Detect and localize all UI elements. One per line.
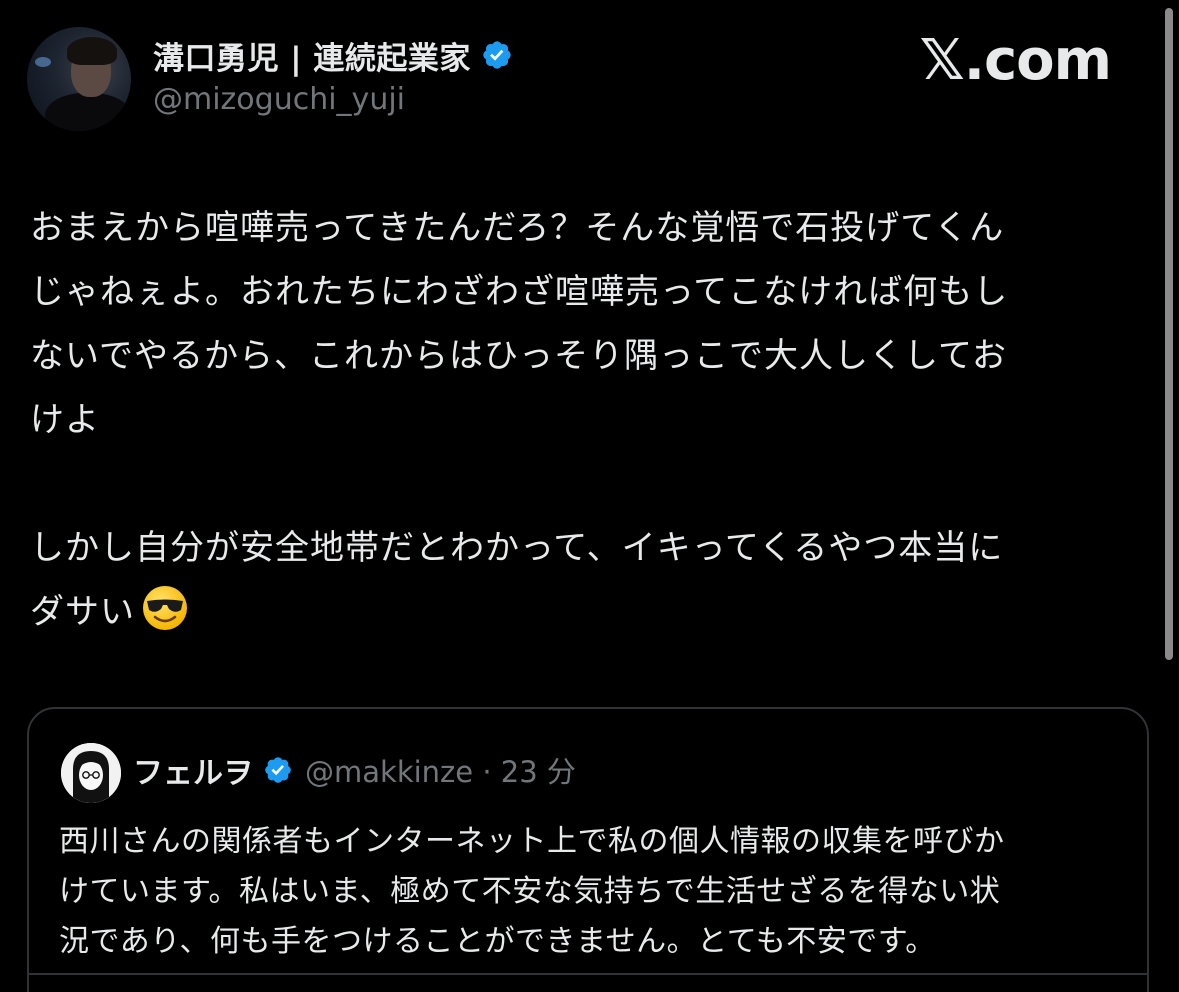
- quote-display-name[interactable]: フェルヲ: [133, 748, 253, 792]
- tweet-line-last: ダサい: [30, 580, 1140, 644]
- author-handle[interactable]: @mizoguchi_yuji: [153, 82, 405, 117]
- tweet-text: おまえから喧嘩売ってきたんだろ？そんな覚悟で石投げてくん じゃねぇよ。おれたちに…: [30, 196, 1140, 644]
- scrollbar[interactable]: [1165, 8, 1173, 660]
- tweet-line: ないでやるから、これからはひっそり隅っこで大人しくしてお: [30, 336, 1007, 376]
- avatar-body: [45, 93, 131, 131]
- quote-line: 況であり、何も手をつけることができません。とても不安です。: [59, 924, 936, 959]
- quote-divider: [29, 973, 1147, 975]
- tweet-line: じゃねぇよ。おれたちにわざわざ喧嘩売ってこなければ何もし: [30, 272, 1009, 312]
- quoted-tweet-card[interactable]: フェルヲ @makkinze · 23 分 西川さんの関係者もインターネット上で…: [27, 707, 1149, 992]
- tweet-line: おまえから喧嘩売ってきたんだろ？そんな覚悟で石投げてくん: [30, 208, 1005, 248]
- quote-handle-timestamp[interactable]: @makkinze · 23 分: [305, 749, 576, 791]
- verified-badge-icon: [483, 41, 511, 69]
- quote-line: けています。私はいま、極めて不安な気持ちで生活せざるを得ない状: [59, 874, 1001, 909]
- x-com-watermark: 𝕏.com: [919, 28, 1112, 93]
- quote-header: フェルヲ @makkinze · 23 分: [133, 749, 576, 791]
- verified-badge-icon: [265, 757, 291, 783]
- quote-line: 西川さんの関係者もインターネット上で私の個人情報の収集を呼びか: [59, 824, 1005, 859]
- tweet-screenshot: 溝口勇児 | 連続起業家 @mizoguchi_yuji 𝕏.com おまえから…: [0, 0, 1179, 992]
- quote-author-avatar[interactable]: [61, 743, 121, 803]
- quote-text: 西川さんの関係者もインターネット上で私の個人情報の収集を呼びか けています。私は…: [59, 817, 1129, 967]
- author-display-name[interactable]: 溝口勇児 | 連続起業家: [153, 33, 471, 78]
- tweet-line: けよ: [30, 400, 100, 440]
- tweet-line: しかし自分が安全地帯だとわかって、イキってくるやつ本当に: [30, 528, 1004, 568]
- author-avatar[interactable]: [27, 27, 131, 131]
- author-name-row: 溝口勇児 | 連続起業家: [153, 33, 513, 78]
- tweet-line-text: ダサい: [30, 592, 135, 632]
- avatar-background-light: [35, 57, 51, 67]
- quote-avatar-illustration-icon: [61, 743, 121, 803]
- avatar-hair: [67, 37, 117, 65]
- smiling-face-with-sunglasses-icon: [143, 586, 187, 630]
